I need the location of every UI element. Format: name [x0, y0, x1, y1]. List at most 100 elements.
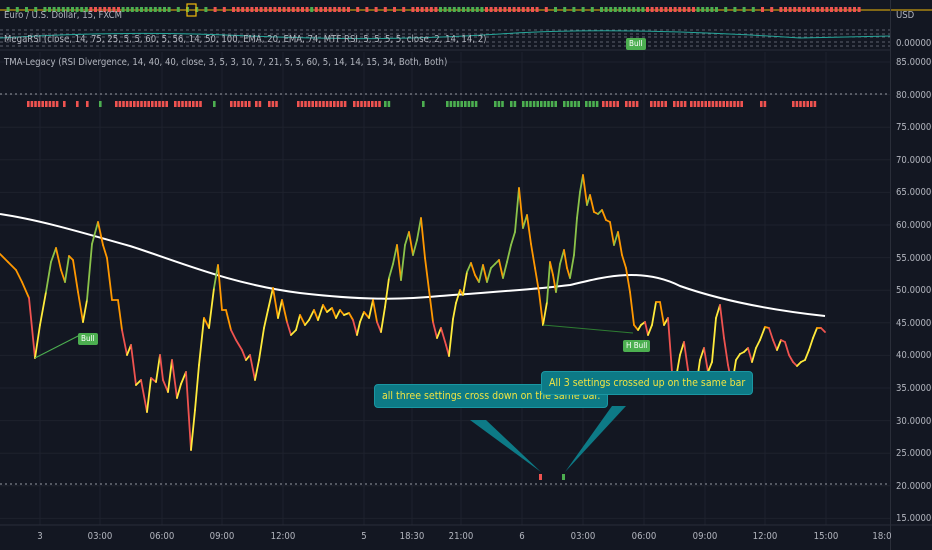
signal-bar: [311, 101, 314, 107]
rsi-line-segment: [647, 324, 653, 336]
megarsi-strip-bar: [337, 7, 341, 12]
rsi-line-segment: [15, 269, 23, 283]
megarsi-strip-bar: [342, 7, 346, 12]
price-scale-tick: 20.00000: [896, 480, 932, 492]
megarsi-strip-bar: [140, 7, 143, 12]
signal-bar: [268, 101, 271, 107]
rsi-line-segment: [359, 311, 365, 323]
rsi-line-segment: [72, 259, 79, 293]
rsi-line-segment: [486, 267, 492, 283]
signal-bar: [536, 101, 539, 107]
megarsi-strip-bar: [503, 7, 507, 12]
signal-bar: [802, 101, 806, 107]
signal-bar: [384, 101, 387, 107]
signal-bar: [760, 101, 763, 107]
megarsi-strip-bar: [457, 7, 461, 12]
time-axis-tick: 06:00: [149, 531, 175, 542]
megarsi-strip-bar: [268, 7, 272, 12]
rsi-line-segment: [563, 249, 568, 269]
rsi-line-segment: [34, 324, 41, 359]
cross-up-pointer: [565, 406, 626, 472]
rsi-line-segment: [155, 354, 161, 383]
signal-bar: [237, 101, 240, 107]
currency-label: USD: [896, 10, 915, 21]
signal-bar: [740, 101, 743, 107]
price-scale[interactable]: [890, 0, 932, 550]
signal-bar: [233, 101, 237, 107]
cross-down-bar: [539, 474, 542, 480]
megarsi-strip-bar: [416, 7, 419, 12]
rsi-line-segment: [64, 255, 70, 283]
signal-bar: [99, 101, 102, 107]
rsi-line-segment: [277, 299, 283, 319]
rsi-line-segment: [322, 304, 328, 313]
megarsi-strip-bar: [802, 7, 806, 12]
megarsi-strip-bar: [710, 7, 714, 12]
megarsi-strip-bar: [333, 7, 337, 12]
rsi-line-segment: [526, 214, 532, 245]
megarsi-strip-bar: [604, 7, 608, 12]
megarsi-strip-bar: [365, 7, 369, 12]
rsi-line-segment: [440, 327, 447, 346]
chart-canvas[interactable]: [0, 0, 932, 550]
rsi-line-segment: [7, 261, 17, 271]
megarsi-strip-bar: [264, 7, 268, 12]
megarsi-strip-bar: [609, 7, 613, 12]
megarsi-strip-bar: [848, 7, 852, 12]
tma-legacy-legend[interactable]: TMA-Legacy (RSI Divergence, 14, 40, 40, …: [4, 57, 447, 68]
symbol-legend[interactable]: Euro / U.S. Dollar, 15, FXCM: [4, 10, 122, 21]
rsi-line-segment: [470, 262, 476, 276]
hidden-bull-divergence-line: [542, 324, 634, 334]
signal-bar: [41, 101, 44, 107]
signal-bar: [52, 101, 55, 107]
megarsi-strip-bar: [678, 7, 682, 12]
rsi-line-segment: [400, 244, 406, 281]
signal-bar: [664, 101, 667, 107]
rsi-line-segment: [412, 239, 418, 256]
rsi-line-segment: [812, 327, 818, 339]
signal-bar: [693, 101, 697, 107]
signal-bar: [525, 101, 529, 107]
rsi-line-segment: [317, 304, 324, 321]
signal-bar: [585, 101, 588, 107]
signal-bar: [63, 101, 66, 107]
megarsi-strip-bar: [742, 7, 746, 12]
megarsi-strip-bar: [650, 7, 654, 12]
signal-bar: [799, 101, 802, 107]
megarsi-legend[interactable]: MegaRSI (close, 14, 75, 25, 5, 5, 60, 5,…: [4, 34, 486, 45]
megarsi-strip-bar: [291, 7, 295, 12]
rsi-line-segment: [82, 299, 88, 323]
rsi-line-segment: [644, 321, 649, 336]
signal-bar: [230, 101, 233, 107]
megarsi-strip-bar: [475, 7, 479, 12]
price-scale-tick: 30.00000: [896, 415, 932, 427]
megarsi-strip-bar: [770, 7, 774, 12]
rsi-line-segment: [772, 339, 778, 351]
signal-bar: [650, 101, 653, 107]
rsi-line-segment: [723, 337, 729, 366]
time-axis-tick: 03:00: [87, 531, 113, 542]
signal-bar: [356, 101, 360, 107]
cross-up-bar: [562, 474, 565, 480]
rsi-line-segment: [466, 262, 472, 273]
signal-bar: [711, 101, 715, 107]
rsi-line-segment: [452, 302, 457, 320]
signal-bar: [140, 101, 143, 107]
rsi-line-segment: [198, 317, 205, 366]
rsi-line-segment: [755, 339, 761, 349]
rsi-line-segment: [384, 277, 390, 308]
megarsi-strip-bar: [696, 7, 700, 12]
time-axis-tick: 12:00: [270, 531, 296, 542]
signal-bar: [304, 101, 307, 107]
rsi-line-segment: [368, 299, 374, 319]
rsi-line-segment: [290, 329, 297, 336]
price-scale-tick: 45.00000: [896, 317, 932, 329]
rsi-line-segment: [788, 354, 794, 363]
signal-bar: [595, 101, 599, 107]
megarsi-strip-bar: [664, 7, 668, 12]
price-scale-tick: 70.00000: [896, 154, 932, 166]
signal-bar: [467, 101, 471, 107]
rsi-line-segment: [86, 243, 93, 301]
time-axis-tick: 09:00: [692, 531, 718, 542]
signal-bar: [813, 101, 817, 107]
